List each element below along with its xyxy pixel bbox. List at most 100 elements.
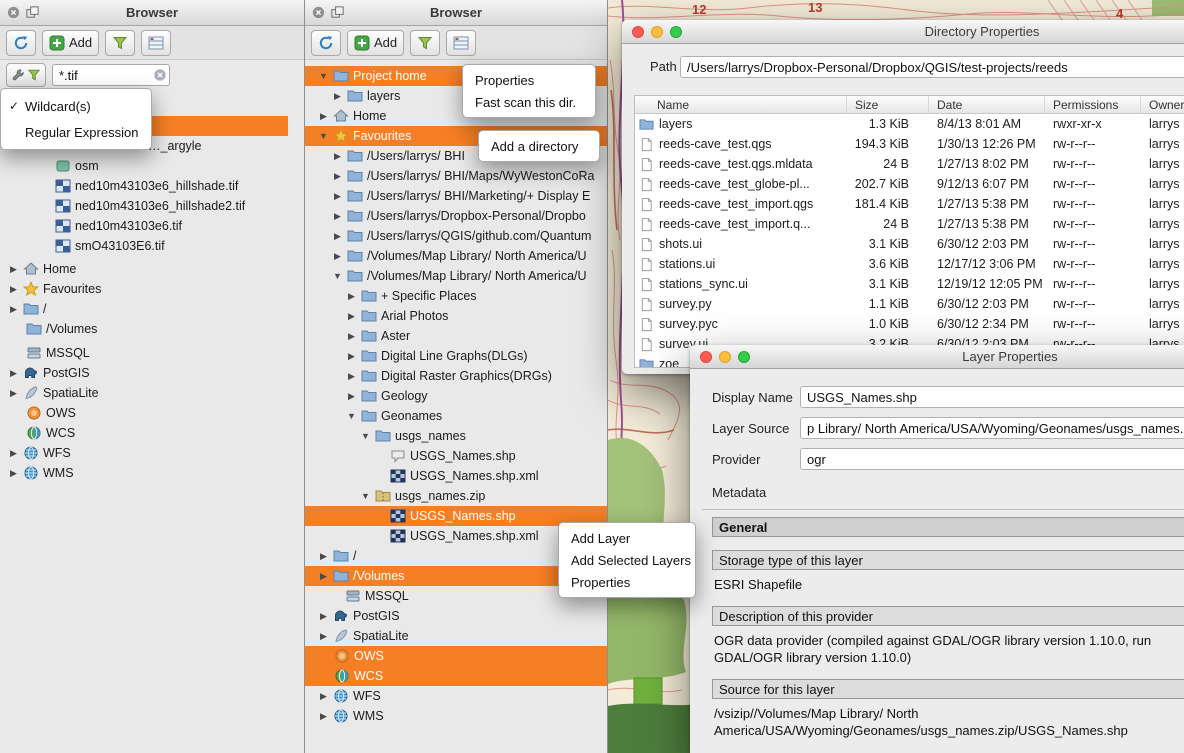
- table-row-reeds-cave-test-import-qgs[interactable]: reeds-cave_test_import.qgs181.4 KiB1/27/…: [635, 194, 1184, 214]
- clear-filter-icon[interactable]: [153, 68, 167, 82]
- table-row-stations-sync-ui[interactable]: stations_sync.ui3.1 KiB12/19/12 12:05 PM…: [635, 274, 1184, 294]
- collapse-arrow-icon[interactable]: ▼: [360, 491, 371, 501]
- collapse-arrow-icon[interactable]: ▼: [318, 131, 329, 141]
- tree-item-smo43103e6-tif[interactable]: smO43103E6.tif: [0, 236, 288, 256]
- filter-options-button[interactable]: [6, 63, 46, 87]
- expand-arrow-icon[interactable]: ▶: [8, 264, 19, 275]
- expand-arrow-icon[interactable]: ▶: [346, 311, 357, 322]
- expand-arrow-icon[interactable]: ▶: [346, 331, 357, 342]
- expand-arrow-icon[interactable]: ▶: [318, 691, 329, 702]
- tree-item-aster[interactable]: ▶Aster: [305, 326, 608, 346]
- expand-arrow-icon[interactable]: ▶: [318, 611, 329, 622]
- expand-arrow-icon[interactable]: ▶: [346, 351, 357, 362]
- tree-item-spatialite[interactable]: ▶SpatiaLite: [305, 626, 608, 646]
- tree-item-users-larrys-bhi-maps-wywestoncora[interactable]: ▶/Users/larrys/ BHI/Maps/WyWestonCoRa: [305, 166, 608, 186]
- expand-arrow-icon[interactable]: ▶: [8, 468, 19, 479]
- tree-item-volumes-map-library-north-america-u[interactable]: ▶/Volumes/Map Library/ North America/U: [305, 246, 608, 266]
- expand-arrow-icon[interactable]: ▶: [332, 191, 343, 202]
- tree-item-ows[interactable]: OWS: [0, 403, 288, 423]
- tree-item-digital-raster-graphics-drgs[interactable]: ▶Digital Raster Graphics(DRGs): [305, 366, 608, 386]
- provider-input[interactable]: [800, 448, 1184, 470]
- tree-item-arial-photos[interactable]: ▶Arial Photos: [305, 306, 608, 326]
- add-button[interactable]: Add: [347, 30, 404, 56]
- tree-item-users-larrys-dropbox-personal-dropbo[interactable]: ▶/Users/larrys/Dropbox-Personal/Dropbo: [305, 206, 608, 226]
- filter-button[interactable]: [410, 30, 440, 56]
- path-input[interactable]: [680, 56, 1184, 78]
- panel-titlebar[interactable]: Browser: [0, 0, 304, 26]
- expand-arrow-icon[interactable]: ▶: [8, 388, 19, 399]
- tree-item-users-larrys-qgis-github-com-quantum[interactable]: ▶/Users/larrys/QGIS/github.com/Quantum: [305, 226, 608, 246]
- refresh-button[interactable]: [311, 30, 341, 56]
- tree-item-wcs[interactable]: WCS: [0, 423, 288, 443]
- collapse-arrow-icon[interactable]: ▼: [332, 271, 343, 281]
- zoom-window-icon[interactable]: [738, 351, 750, 363]
- column-header-permissions[interactable]: Permissions: [1045, 96, 1141, 114]
- tree-item-usgs-names-zip[interactable]: ▼usgs_names.zip: [305, 486, 608, 506]
- column-header-size[interactable]: Size: [847, 96, 929, 114]
- collapse-all-button[interactable]: [141, 30, 171, 56]
- tree-item-usgs-names-shp-xml[interactable]: USGS_Names.shp.xml: [305, 466, 608, 486]
- close-window-icon[interactable]: [632, 26, 644, 38]
- expand-arrow-icon[interactable]: ▶: [8, 284, 19, 295]
- tree-item-spatialite[interactable]: ▶SpatiaLite: [0, 383, 288, 403]
- table-row-layers[interactable]: layers1.3 KiB8/4/13 8:01 AMrwxr-xr-xlarr…: [635, 114, 1184, 134]
- table-row-shots-ui[interactable]: shots.ui3.1 KiB6/30/12 2:03 PMrw-r--r--l…: [635, 234, 1184, 254]
- expand-arrow-icon[interactable]: ▶: [346, 371, 357, 382]
- refresh-button[interactable]: [6, 30, 36, 56]
- tree-item-wms[interactable]: ▶WMS: [0, 463, 288, 483]
- menu-item-properties[interactable]: Properties: [463, 69, 595, 91]
- menu-item-regular-expression[interactable]: Regular Expression: [1, 119, 151, 145]
- layer-source-input[interactable]: [800, 417, 1184, 439]
- filter-button[interactable]: [105, 30, 135, 56]
- tree-item-mssql[interactable]: MSSQL: [0, 343, 288, 363]
- expand-arrow-icon[interactable]: ▶: [8, 304, 19, 315]
- tree-item-wms[interactable]: ▶WMS: [305, 706, 608, 726]
- expand-arrow-icon[interactable]: ▶: [332, 171, 343, 182]
- tree-item-geonames[interactable]: ▼Geonames: [305, 406, 608, 426]
- dialog-titlebar[interactable]: Layer Properties: [690, 345, 1184, 369]
- tree-item-ows[interactable]: OWS: [305, 646, 608, 666]
- tree-item-usgs-names[interactable]: ▼usgs_names: [305, 426, 608, 446]
- expand-arrow-icon[interactable]: ▶: [318, 711, 329, 722]
- dialog-titlebar[interactable]: Directory Properties: [622, 20, 1184, 44]
- expand-arrow-icon[interactable]: ▶: [332, 151, 343, 162]
- table-row-reeds-cave-test-qgs-mldata[interactable]: reeds-cave_test.qgs.mldata24 B1/27/13 8:…: [635, 154, 1184, 174]
- table-row-reeds-cave-test-globe-pl[interactable]: reeds-cave_test_globe-pl...202.7 KiB9/12…: [635, 174, 1184, 194]
- tree-item-volumes[interactable]: /Volumes: [0, 319, 288, 339]
- expand-arrow-icon[interactable]: ▶: [8, 368, 19, 379]
- collapse-all-button[interactable]: [446, 30, 476, 56]
- tree-item-wfs[interactable]: ▶WFS: [305, 686, 608, 706]
- table-row-survey-py[interactable]: survey.py1.1 KiB6/30/12 2:03 PMrw-r--r--…: [635, 294, 1184, 314]
- expand-arrow-icon[interactable]: ▶: [332, 91, 343, 102]
- tree-item-wcs[interactable]: WCS: [305, 666, 608, 686]
- table-row-reeds-cave-test-import-q[interactable]: reeds-cave_test_import.q...24 B1/27/13 5…: [635, 214, 1184, 234]
- collapse-arrow-icon[interactable]: ▼: [346, 411, 357, 421]
- display-name-input[interactable]: [800, 386, 1184, 408]
- tree-item-usgs-names-shp[interactable]: USGS_Names.shp: [305, 446, 608, 466]
- expand-arrow-icon[interactable]: ▶: [332, 211, 343, 222]
- table-row-survey-pyc[interactable]: survey.pyc1.0 KiB6/30/12 2:34 PMrw-r--r-…: [635, 314, 1184, 334]
- tree-item-postgis[interactable]: ▶PostGIS: [0, 363, 288, 383]
- table-row-reeds-cave-test-qgs[interactable]: reeds-cave_test.qgs194.3 KiB1/30/13 12:2…: [635, 134, 1184, 154]
- collapse-arrow-icon[interactable]: ▼: [318, 71, 329, 81]
- minimize-window-icon[interactable]: [651, 26, 663, 38]
- menu-item-add-layer[interactable]: Add Layer: [559, 527, 695, 549]
- menu-item-fast-scan-this-dir[interactable]: Fast scan this dir.: [463, 91, 595, 113]
- expand-arrow-icon[interactable]: ▶: [318, 551, 329, 562]
- expand-arrow-icon[interactable]: ▶: [332, 251, 343, 262]
- tree-item-digital-line-graphs-dlgs[interactable]: ▶Digital Line Graphs(DLGs): [305, 346, 608, 366]
- minimize-window-icon[interactable]: [719, 351, 731, 363]
- expand-arrow-icon[interactable]: ▶: [346, 391, 357, 402]
- column-header-date[interactable]: Date: [929, 96, 1045, 114]
- collapse-arrow-icon[interactable]: ▼: [360, 431, 371, 441]
- menu-item-add-a-directory[interactable]: Add a directory: [479, 135, 599, 157]
- menu-item-add-selected-layers[interactable]: Add Selected Layers: [559, 549, 695, 571]
- tree-item-volumes-map-library-north-america-u[interactable]: ▼/Volumes/Map Library/ North America/U: [305, 266, 608, 286]
- tree-item-users-larrys-bhi-marketing-display-e[interactable]: ▶/Users/larrys/ BHI/Marketing/+ Display …: [305, 186, 608, 206]
- expand-arrow-icon[interactable]: ▶: [318, 571, 329, 582]
- menu-item-properties[interactable]: Properties: [559, 571, 695, 593]
- expand-arrow-icon[interactable]: ▶: [318, 631, 329, 642]
- close-window-icon[interactable]: [700, 351, 712, 363]
- expand-arrow-icon[interactable]: ▶: [346, 291, 357, 302]
- table-row-stations-ui[interactable]: stations.ui3.6 KiB12/17/12 3:06 PMrw-r--…: [635, 254, 1184, 274]
